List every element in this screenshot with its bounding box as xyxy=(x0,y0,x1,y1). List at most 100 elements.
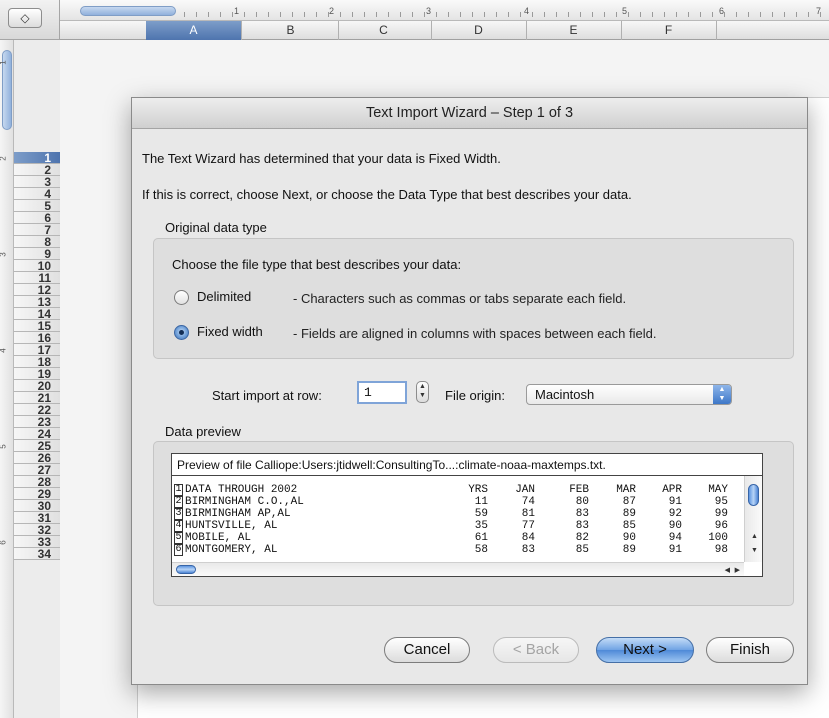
delimited-radio[interactable] xyxy=(174,290,189,305)
ruler-tick xyxy=(208,12,209,17)
row-header[interactable]: 14 xyxy=(14,308,60,320)
ruler-tick xyxy=(544,12,545,17)
preview-cell: 83 xyxy=(575,520,589,532)
row-header[interactable]: 10 xyxy=(14,260,60,272)
ruler-tick xyxy=(520,12,521,17)
row-header[interactable]: 23 xyxy=(14,416,60,428)
column-header[interactable]: C xyxy=(336,21,432,40)
row-header[interactable]: 2 xyxy=(14,164,60,176)
preview-vertical-scrollbar[interactable]: ▲ ▼ xyxy=(744,476,762,562)
row-header[interactable]: 29 xyxy=(14,488,60,500)
preview-row-number: 3 xyxy=(174,508,183,520)
scroll-up-arrow-icon[interactable]: ▲ xyxy=(751,533,758,540)
row-header[interactable]: 13 xyxy=(14,296,60,308)
preview-horizontal-scrollbar[interactable]: ◀ ▶ xyxy=(172,562,744,576)
select-arrows-icon[interactable]: ▲ ▼ xyxy=(713,385,731,404)
row-header[interactable]: 18 xyxy=(14,356,60,368)
back-button[interactable]: < Back xyxy=(493,637,579,663)
ruler-tick xyxy=(484,12,485,17)
preview-row: 2 BIRMINGHAM C.O.,AL 11 74 80 87 91 95 xyxy=(172,496,742,508)
row-header[interactable]: 19 xyxy=(14,368,60,380)
ruler-tick xyxy=(712,12,713,17)
row-header[interactable]: 22 xyxy=(14,404,60,416)
row-header[interactable]: 6 xyxy=(14,212,60,224)
data-preview-pane[interactable]: Preview of file Calliope:Users:jtidwell:… xyxy=(171,453,763,577)
column-headers: ABCDEF xyxy=(60,21,829,40)
delimited-label[interactable]: Delimited xyxy=(197,289,251,304)
preview-cell: YRS xyxy=(468,484,488,496)
row-header[interactable]: 24 xyxy=(14,428,60,440)
ruler-tick xyxy=(472,12,473,17)
row-header[interactable]: 16 xyxy=(14,332,60,344)
cancel-button[interactable]: Cancel xyxy=(384,637,470,663)
stepper-up-icon[interactable]: ▲ xyxy=(417,382,428,391)
ruler-number: 4 xyxy=(524,6,530,16)
start-row-input[interactable]: 1 xyxy=(357,381,407,404)
column-header[interactable]: D xyxy=(431,21,527,40)
preview-station-name: DATA THROUGH 2002 xyxy=(185,484,298,496)
row-header[interactable]: 27 xyxy=(14,464,60,476)
row-header[interactable]: 31 xyxy=(14,512,60,524)
row-header[interactable]: 20 xyxy=(14,380,60,392)
row-header[interactable]: 7 xyxy=(14,224,60,236)
preview-cell: 11 xyxy=(474,496,488,508)
row-header[interactable]: 8 xyxy=(14,236,60,248)
row-header[interactable]: 5 xyxy=(14,200,60,212)
row-header[interactable]: 1 xyxy=(14,152,60,164)
delimited-description: - Characters such as commas or tabs sepa… xyxy=(293,291,627,306)
stepper-down-icon[interactable]: ▼ xyxy=(417,391,428,400)
column-header[interactable]: B xyxy=(243,21,339,40)
toggle-ruler-button[interactable]: ◇ xyxy=(8,8,42,28)
row-header[interactable]: 12 xyxy=(14,284,60,296)
vertical-scroll-thumb[interactable] xyxy=(748,484,759,506)
fixed-width-label[interactable]: Fixed width xyxy=(197,324,263,339)
row-header[interactable]: 21 xyxy=(14,392,60,404)
preview-cell: MAY xyxy=(708,484,728,496)
preview-station-name: MOBILE, AL xyxy=(185,532,252,544)
row-header[interactable]: 33 xyxy=(14,536,60,548)
ruler-tick xyxy=(640,12,641,17)
text-import-wizard-dialog: Text Import Wizard – Step 1 of 3 The Tex… xyxy=(131,97,808,685)
preview-cell: 77 xyxy=(521,520,535,532)
row-header[interactable]: 34 xyxy=(14,548,60,560)
preview-row: 6 MONTGOMERY, AL 58 83 85 89 91 98 xyxy=(172,544,742,556)
start-row-stepper[interactable]: ▲ ▼ xyxy=(416,381,429,403)
preview-station-name: MONTGOMERY, AL xyxy=(185,544,278,556)
preview-cell: 100 xyxy=(708,532,728,544)
preview-cell: 74 xyxy=(521,496,535,508)
finish-button[interactable]: Finish xyxy=(706,637,794,663)
scroll-right-arrow-icon[interactable]: ▶ xyxy=(735,566,740,574)
ruler-margin-indicator[interactable] xyxy=(80,6,176,16)
preview-cell: MAR xyxy=(616,484,636,496)
preview-cell: 84 xyxy=(521,532,535,544)
ruler-tick xyxy=(340,12,341,17)
column-header[interactable]: A xyxy=(146,21,242,40)
wizard-instruction-text: If this is correct, choose Next, or choo… xyxy=(142,187,632,202)
row-header[interactable]: 4 xyxy=(14,188,60,200)
row-header[interactable]: 11 xyxy=(14,272,60,284)
column-header[interactable]: E xyxy=(526,21,622,40)
scroll-left-arrow-icon[interactable]: ◀ xyxy=(725,566,730,574)
horizontal-scroll-thumb[interactable] xyxy=(176,565,196,574)
row-header[interactable]: 32 xyxy=(14,524,60,536)
file-origin-select[interactable]: Macintosh ▲ ▼ xyxy=(526,384,732,405)
ruler-tick xyxy=(628,12,629,17)
row-header[interactable]: 25 xyxy=(14,440,60,452)
preview-cell: 83 xyxy=(575,508,589,520)
preview-cell: 59 xyxy=(474,508,488,520)
column-header[interactable]: F xyxy=(621,21,717,40)
row-header[interactable]: 26 xyxy=(14,452,60,464)
preview-row-number: 6 xyxy=(174,544,183,556)
fixed-width-radio[interactable] xyxy=(174,325,189,340)
row-header[interactable]: 3 xyxy=(14,176,60,188)
row-header[interactable]: 15 xyxy=(14,320,60,332)
next-button[interactable]: Next > xyxy=(596,637,694,663)
ruler-tick xyxy=(364,12,365,17)
row-header[interactable]: 28 xyxy=(14,476,60,488)
scroll-down-arrow-icon[interactable]: ▼ xyxy=(751,547,758,554)
preview-cell: 96 xyxy=(714,520,728,532)
row-header[interactable]: 9 xyxy=(14,248,60,260)
row-header[interactable]: 30 xyxy=(14,500,60,512)
row-header[interactable]: 17 xyxy=(14,344,60,356)
ruler-tick xyxy=(796,12,797,17)
